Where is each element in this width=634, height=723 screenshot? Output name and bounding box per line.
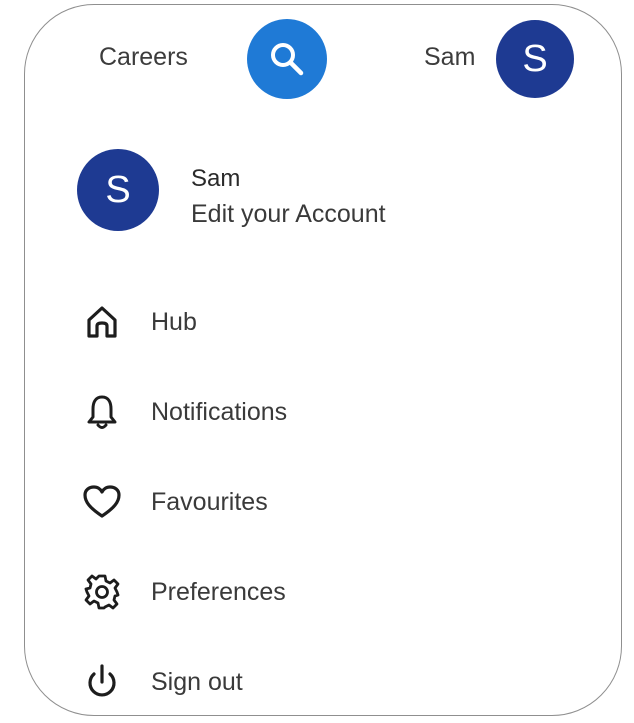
bell-icon <box>77 387 127 437</box>
account-menu-panel: Careers Sam S S Sam Edit your Account Hu… <box>24 4 622 716</box>
account-menu-list: Hub Notifications Favourites Preferences… <box>77 277 557 715</box>
search-button[interactable] <box>247 19 327 99</box>
edit-account-link[interactable]: S Sam Edit your Account <box>77 149 497 233</box>
top-bar: Careers Sam S <box>25 5 621 105</box>
menu-item-label: Notifications <box>151 397 288 426</box>
account-name: Sam <box>191 165 241 192</box>
menu-item-preferences[interactable]: Preferences <box>77 547 557 637</box>
careers-link[interactable]: Careers <box>99 43 188 72</box>
home-icon <box>77 297 127 347</box>
search-icon <box>271 43 304 76</box>
menu-item-label: Favourites <box>151 487 268 516</box>
power-icon <box>77 657 127 707</box>
menu-item-label: Hub <box>151 307 197 336</box>
menu-item-notifications[interactable]: Notifications <box>77 367 557 457</box>
avatar[interactable]: S <box>496 20 574 98</box>
heart-icon <box>77 477 127 527</box>
menu-item-sign-out[interactable]: Sign out <box>77 637 557 715</box>
gear-icon <box>77 567 127 617</box>
user-name-label: Sam <box>424 43 476 71</box>
account-avatar: S <box>77 149 159 231</box>
menu-item-label: Preferences <box>151 577 286 606</box>
menu-item-label: Sign out <box>151 667 243 696</box>
menu-item-hub[interactable]: Hub <box>77 277 557 367</box>
account-subtitle: Edit your Account <box>191 200 386 228</box>
menu-item-favourites[interactable]: Favourites <box>77 457 557 547</box>
